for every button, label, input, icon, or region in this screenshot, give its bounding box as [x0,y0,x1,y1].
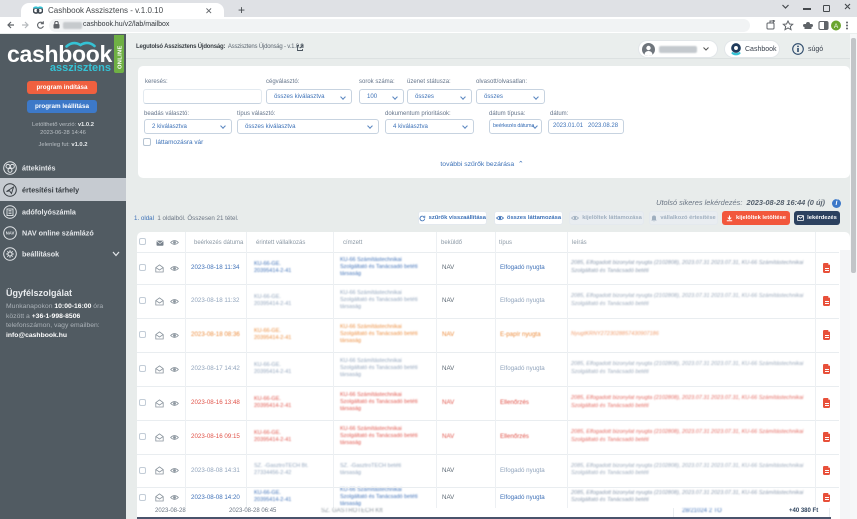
svg-text:A: A [834,23,839,30]
svg-text:ONLINE: ONLINE [118,45,124,69]
svg-text:NAV: NAV [6,231,15,236]
